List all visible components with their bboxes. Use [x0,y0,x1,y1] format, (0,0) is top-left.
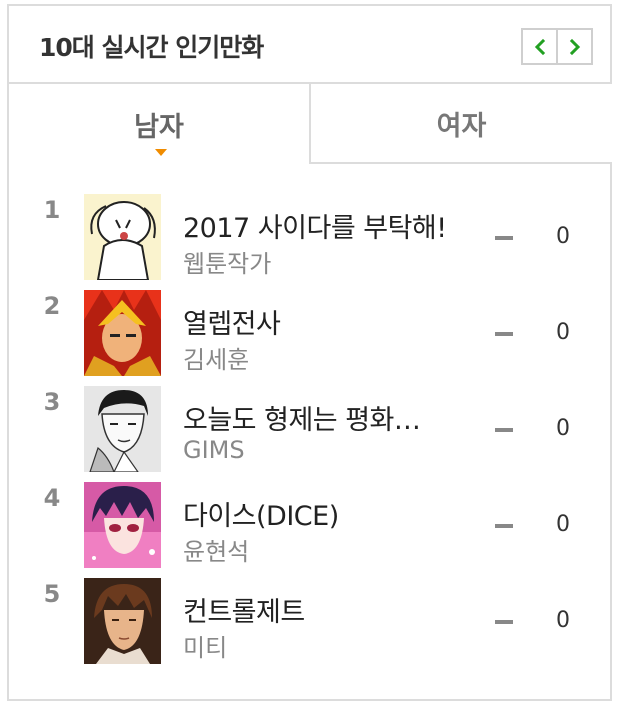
next-button[interactable] [556,30,591,63]
rank-number: 2 [43,292,61,320]
ranking-row[interactable]: 2 열렙전사 김세훈 0 [0,290,601,380]
gender-tabs: 남자 여자 [9,84,612,164]
comic-thumbnail-image [84,194,161,280]
chevron-left-icon [534,38,545,55]
ranking-row[interactable]: 4 다이스(DICE) 윤현석 0 [0,482,601,572]
comic-thumbnail[interactable] [84,194,161,280]
comic-title[interactable]: 오늘도 형제는 평화… [183,398,483,437]
rank-change: 0 [556,416,570,441]
rank-number: 1 [43,196,61,224]
comic-title[interactable]: 열렙전사 [183,302,483,341]
comic-author: 김세훈 [183,346,250,374]
comic-thumbnail-image [84,578,161,664]
comic-thumbnail[interactable] [84,578,161,664]
comic-author: GIMS [183,436,245,464]
ranking-row[interactable]: 5 컨트롤제트 미티 0 [0,578,601,668]
prev-button[interactable] [523,30,556,63]
selected-tab-indicator [155,149,167,156]
rank-number: 5 [43,580,61,608]
chevron-right-icon [569,38,580,55]
ranking-row[interactable]: 3 오늘도 형제는 평화… GIMS 0 [0,386,601,476]
comic-title[interactable]: 컨트롤제트 [183,590,483,629]
no-change-icon [495,332,513,336]
rank-number: 3 [43,388,61,416]
no-change-icon [495,524,513,528]
comic-thumbnail[interactable] [84,386,161,472]
rank-change: 0 [556,608,570,633]
comic-author: 웹툰작가 [183,250,272,278]
comic-author: 윤현석 [183,538,250,566]
comic-title[interactable]: 다이스(DICE) [183,494,483,533]
comic-thumbnail[interactable] [84,290,161,376]
no-change-icon [495,428,513,432]
rank-number: 4 [43,484,61,512]
no-change-icon [495,620,513,624]
comic-title[interactable]: 2017 사이다를 부탁해! [183,206,483,245]
rank-change: 0 [556,320,570,345]
comic-thumbnail-image [84,290,161,376]
widget-title: 10대 실시간 인기만화 [39,33,264,62]
no-change-icon [495,236,513,240]
rank-change: 0 [556,224,570,249]
comic-thumbnail-image [84,386,161,472]
rank-change: 0 [556,512,570,537]
comic-thumbnail-image [84,482,161,568]
pager [521,28,593,65]
comic-author: 미티 [183,634,228,662]
comic-thumbnail[interactable] [84,482,161,568]
widget-header: 10대 실시간 인기만화 [9,6,610,84]
ranking-row[interactable]: 1 2017 사이다를 부탁해! 웹툰작가 0 [0,194,601,284]
tab-female[interactable]: 여자 [309,84,612,164]
